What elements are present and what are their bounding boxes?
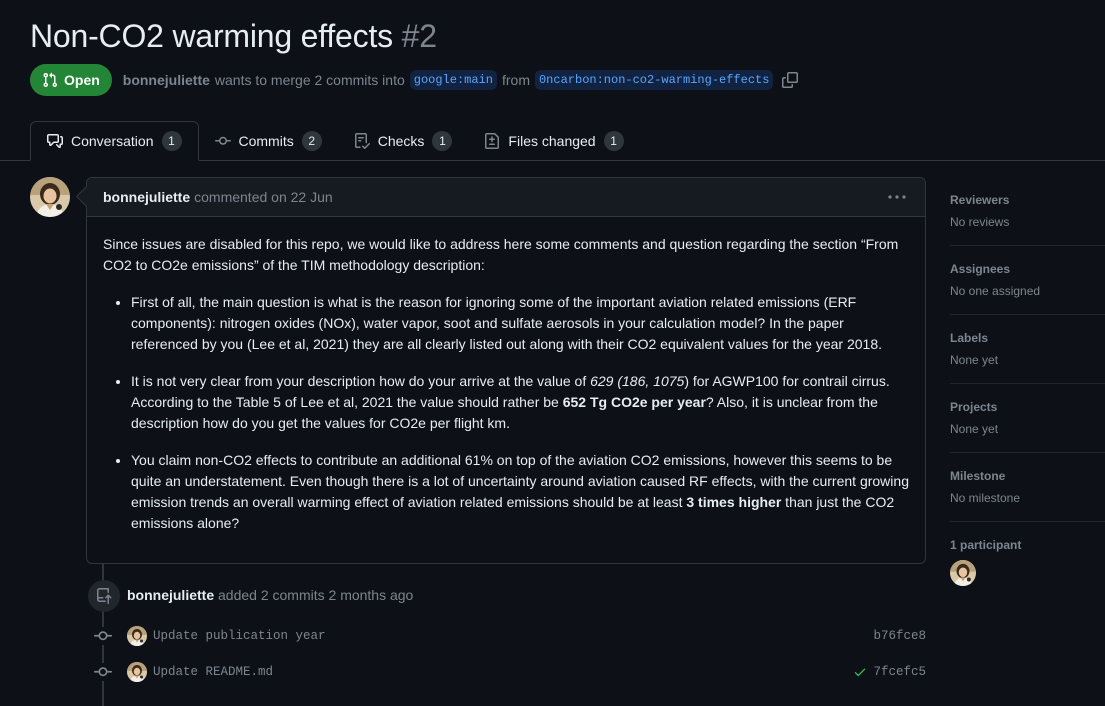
sidebar-title[interactable]: Labels — [950, 331, 1105, 345]
event-description: added 2 commits 2 months ago — [218, 587, 414, 603]
commit-row: Update README.md 7fcefc5 — [94, 660, 926, 684]
sidebar-assignees: Assignees No one assigned — [950, 246, 1105, 315]
event-badge — [88, 580, 120, 612]
commit-meta: 7fcefc5 — [853, 665, 926, 679]
pr-description-comment: bonnejuliette commented on 22 Jun Since … — [86, 177, 926, 564]
tab-commits[interactable]: Commits 2 — [199, 121, 338, 161]
commit-sha[interactable]: b76fce8 — [873, 629, 926, 643]
base-branch[interactable]: google:main — [409, 70, 497, 90]
commit-message[interactable]: Update README.md — [153, 665, 273, 679]
comment-header: bonnejuliette commented on 22 Jun — [87, 178, 925, 217]
comment-timestamp[interactable]: commented on 22 Jun — [194, 189, 333, 205]
sidebar-value: None yet — [950, 353, 999, 367]
pr-number: #2 — [401, 18, 437, 54]
sidebar-title[interactable]: Projects — [950, 400, 1105, 414]
bold-text: 652 Tg CO2e per year — [562, 394, 706, 410]
list-item: You claim non-CO2 effects to contribute … — [131, 450, 909, 534]
pr-merge-info: bonnejuliette wants to merge 2 commits i… — [123, 70, 799, 90]
comment-author-avatar[interactable] — [30, 177, 70, 217]
comment-discussion-icon — [47, 134, 63, 148]
pr-sidebar: Reviewers No reviews Assignees No one as… — [950, 177, 1105, 602]
copy-icon[interactable] — [782, 72, 799, 88]
git-pull-request-icon — [43, 72, 58, 88]
tab-checks-count: 1 — [432, 131, 453, 151]
bold-text: 3 times higher — [686, 494, 782, 510]
tab-commits-count: 2 — [301, 131, 322, 151]
list-item-text: It is not very clear from your descripti… — [131, 373, 591, 389]
pr-title-text: Non-CO2 warming effects — [30, 18, 393, 54]
sidebar-value: None yet — [950, 422, 999, 436]
commit-author-avatar[interactable] — [127, 626, 147, 646]
commits-added-event: bonnejuliette added 2 commits 2 months a… — [127, 587, 413, 603]
pr-tabs: Conversation 1 Commits 2 Checks 1 Files … — [30, 121, 640, 161]
pr-state-badge: Open — [30, 64, 112, 96]
tab-files-changed-count: 1 — [603, 131, 624, 151]
sidebar-title[interactable]: Reviewers — [950, 193, 1105, 207]
merge-text: wants to merge 2 commits into — [214, 72, 405, 88]
tab-commits-label: Commits — [238, 133, 294, 149]
tab-files-changed-label: Files changed — [508, 133, 596, 149]
sidebar-labels: Labels None yet — [950, 315, 1105, 384]
sidebar-value: No reviews — [950, 215, 1010, 229]
sidebar-milestone: Milestone No milestone — [950, 453, 1105, 522]
sidebar-reviewers: Reviewers No reviews — [950, 177, 1105, 246]
tab-conversation[interactable]: Conversation 1 — [30, 121, 199, 161]
pr-author-link[interactable]: bonnejuliette — [123, 72, 210, 88]
participant-avatar[interactable] — [950, 560, 976, 586]
commit-meta: b76fce8 — [873, 629, 926, 643]
comment-author[interactable]: bonnejuliette — [103, 189, 190, 205]
comment-list: First of all, the main question is what … — [103, 292, 909, 534]
commit-row: Update publication year b76fce8 — [94, 624, 926, 648]
comment-intro: Since issues are disabled for this repo,… — [103, 236, 899, 273]
pr-meta: Open bonnejuliette wants to merge 2 comm… — [30, 64, 799, 96]
sidebar-participants: 1 participant — [950, 522, 1105, 602]
check-icon[interactable] — [853, 665, 867, 679]
tab-files-changed[interactable]: Files changed 1 — [468, 121, 639, 161]
comment-body: Since issues are disabled for this repo,… — [87, 217, 925, 534]
sidebar-title[interactable]: Milestone — [950, 469, 1105, 483]
tab-conversation-count: 1 — [161, 131, 182, 151]
list-item: It is not very clear from your descripti… — [131, 371, 909, 434]
git-commit-icon — [214, 136, 231, 145]
repo-push-icon — [97, 588, 112, 604]
emphasis-text: 629 (186, 1075 — [590, 373, 685, 389]
pr-state-label: Open — [64, 72, 100, 88]
list-item-text: First of all, the main question is what … — [131, 294, 882, 352]
commit-author-avatar[interactable] — [127, 662, 147, 682]
head-branch[interactable]: 0ncarbon:non-co2-warming-effects — [534, 70, 774, 90]
kebab-menu-icon[interactable] — [887, 189, 907, 205]
tab-checks[interactable]: Checks 1 — [338, 121, 469, 161]
sidebar-title[interactable]: Assignees — [950, 262, 1105, 276]
checklist-icon — [354, 133, 370, 149]
file-diff-icon — [485, 133, 500, 149]
sidebar-value: No milestone — [950, 491, 1021, 505]
sidebar-title: 1 participant — [950, 538, 1022, 552]
pr-title: Non-CO2 warming effects #2 — [30, 18, 437, 55]
commit-sha[interactable]: 7fcefc5 — [873, 665, 926, 679]
event-author[interactable]: bonnejuliette — [127, 587, 214, 603]
from-text: from — [501, 72, 530, 88]
sidebar-projects: Projects None yet — [950, 384, 1105, 453]
tab-checks-label: Checks — [377, 133, 425, 149]
tab-conversation-label: Conversation — [71, 133, 154, 149]
commit-message[interactable]: Update publication year — [153, 629, 326, 643]
git-commit-icon — [94, 627, 112, 645]
git-commit-icon — [94, 663, 112, 681]
list-item: First of all, the main question is what … — [131, 292, 909, 355]
sidebar-value: No one assigned — [950, 284, 1041, 298]
